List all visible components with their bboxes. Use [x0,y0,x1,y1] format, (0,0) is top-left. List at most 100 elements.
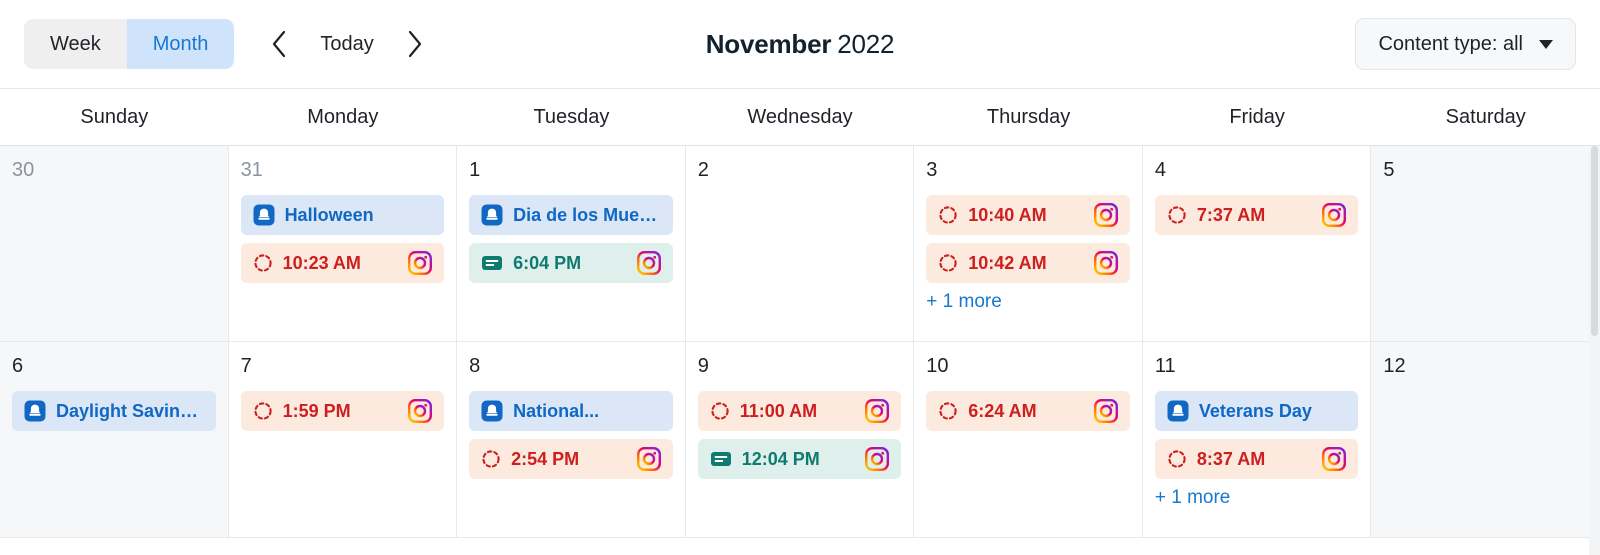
pending-circle-icon [1166,204,1188,226]
weekday-header: Sunday Monday Tuesday Wednesday Thursday Frid… [0,89,1600,146]
post-event-pill[interactable]: 6:24 AM [926,391,1130,431]
holiday-event-pill[interactable]: National... [469,391,673,431]
holiday-event-pill[interactable]: Veterans Day [1154,391,1359,431]
weekday-header-friday: Friday [1229,105,1285,128]
post-event-pill[interactable]: 10:42 AM [926,243,1130,283]
weekday-header-tuesday: Tuesday [533,105,610,128]
weekday-header-saturday: Saturday [1445,105,1526,128]
day-number: 7 [240,355,252,377]
more-events-link[interactable]: + 1 more [926,291,1130,313]
day-cell[interactable]: 9 11:00 AM 12:04 PM [685,342,915,538]
scrollbar-thumb[interactable] [1591,146,1598,336]
day-cell[interactable]: 2 [685,146,915,342]
chevron-down-icon [1539,39,1553,49]
instagram-icon[interactable] [636,446,662,472]
post-event-pill[interactable]: 11:00 AM [697,391,902,431]
instagram-icon[interactable] [636,250,662,276]
post-event-pill[interactable]: 1:59 PM [240,391,445,431]
holiday-bell-icon [480,399,504,423]
weekday-header-sunday: Sunday [80,105,149,128]
day-number: 30 [12,159,35,181]
pending-circle-icon [937,252,959,274]
weekday-header-monday: Monday [307,105,379,128]
post-event-pill[interactable]: 10:23 AM [240,243,445,283]
post-event-pill[interactable]: 2:54 PM [469,439,673,479]
instagram-icon[interactable] [407,250,433,276]
instagram-icon[interactable] [1093,202,1119,228]
day-number: 5 [1383,159,1395,181]
day-number: 11 [1154,355,1176,377]
day-number: 2 [697,159,709,181]
instagram-icon[interactable] [1093,250,1119,276]
holiday-bell-icon [252,203,276,227]
content-type-filter[interactable]: Content type: all [1355,18,1576,70]
next-month-button[interactable] [392,21,438,67]
day-cell[interactable]: 8 National... 2:54 PM [457,342,686,538]
day-cell[interactable]: 10 6:24 AM [914,342,1143,538]
pending-circle-icon [252,400,274,422]
event-label: 6:04 PM [513,252,582,273]
holiday-bell-icon [480,203,504,227]
event-label: 6:24 AM [968,400,1037,421]
holiday-event-pill[interactable]: Halloween [240,195,445,235]
day-number: 9 [697,355,709,377]
event-label: 10:23 AM [282,252,361,273]
day-cell[interactable]: 3 10:40 AM 10:42 AM + 1 more [914,146,1143,342]
day-number: 1 [469,159,481,181]
instagram-icon[interactable] [864,446,890,472]
title-month: November [705,28,832,59]
holiday-event-pill[interactable]: Daylight Saving... [12,391,216,431]
post-event-pill[interactable]: 10:40 AM [926,195,1130,235]
view-month-button[interactable]: Month [126,19,235,69]
day-cell[interactable]: 6 Daylight Saving... [0,342,229,538]
content-type-filter-label: Content type: all [1378,32,1523,55]
holiday-event-pill[interactable]: Dia de los Muertos [469,195,673,235]
instagram-icon[interactable] [1321,446,1347,472]
event-label: National... [513,400,600,421]
event-label: Daylight Saving... [56,400,205,421]
day-number: 6 [12,355,24,377]
day-number: 31 [240,159,263,181]
day-number: 12 [1383,355,1406,377]
published-post-icon [480,251,504,275]
post-event-pill[interactable]: 6:04 PM [469,243,673,283]
post-event-pill[interactable]: 7:37 AM [1154,195,1359,235]
day-cell[interactable]: 12 [1371,342,1600,538]
post-event-pill[interactable]: 8:37 AM [1154,439,1359,479]
day-cell[interactable]: 1 Dia de los Muertos 6:04 PM [457,146,686,342]
day-number: 10 [926,355,949,377]
pending-circle-icon [709,400,731,422]
event-label: 8:37 AM [1196,448,1266,469]
day-number: 8 [469,355,481,377]
event-label: 12:04 PM [741,448,820,469]
weekday-header-thursday: Thursday [986,105,1071,128]
holiday-bell-icon [1166,399,1190,423]
day-number: 3 [926,159,938,181]
calendar-grid: 30 31 Halloween 10:23 AM 1 Dia de los Muertos… [0,146,1600,555]
day-cell[interactable]: 5 [1371,146,1600,342]
day-cell[interactable]: 4 7:37 AM [1142,146,1372,342]
view-week-button[interactable]: Week [24,19,127,69]
day-cell[interactable]: 31 Halloween 10:23 AM [228,146,458,342]
event-label: 1:59 PM [282,400,351,421]
title-year: 2022 [837,28,895,59]
day-number: 4 [1154,159,1166,181]
prev-month-button[interactable] [256,21,302,67]
instagram-icon[interactable] [407,398,433,424]
calendar-page: Week Month Today November 2022 Content ty… [0,0,1600,555]
post-event-pill[interactable]: 12:04 PM [697,439,902,479]
view-switcher: Week Month [24,19,235,69]
pending-circle-icon [1166,448,1188,470]
event-label: Halloween [284,204,374,225]
instagram-icon[interactable] [864,398,890,424]
event-label: Dia de los Muertos [513,204,662,225]
day-cell[interactable]: 7 1:59 PM [228,342,458,538]
more-events-link[interactable]: + 1 more [1155,487,1359,509]
day-cell[interactable]: 30 [0,146,229,342]
today-button[interactable]: Today [306,27,387,62]
calendar-scrollbar[interactable] [1589,146,1600,555]
calendar-toolbar: Week Month Today November 2022 Content ty… [0,0,1600,89]
instagram-icon[interactable] [1093,398,1119,424]
day-cell[interactable]: 11 Veterans Day 8:37 AM + 1 more [1142,342,1372,538]
instagram-icon[interactable] [1321,202,1347,228]
